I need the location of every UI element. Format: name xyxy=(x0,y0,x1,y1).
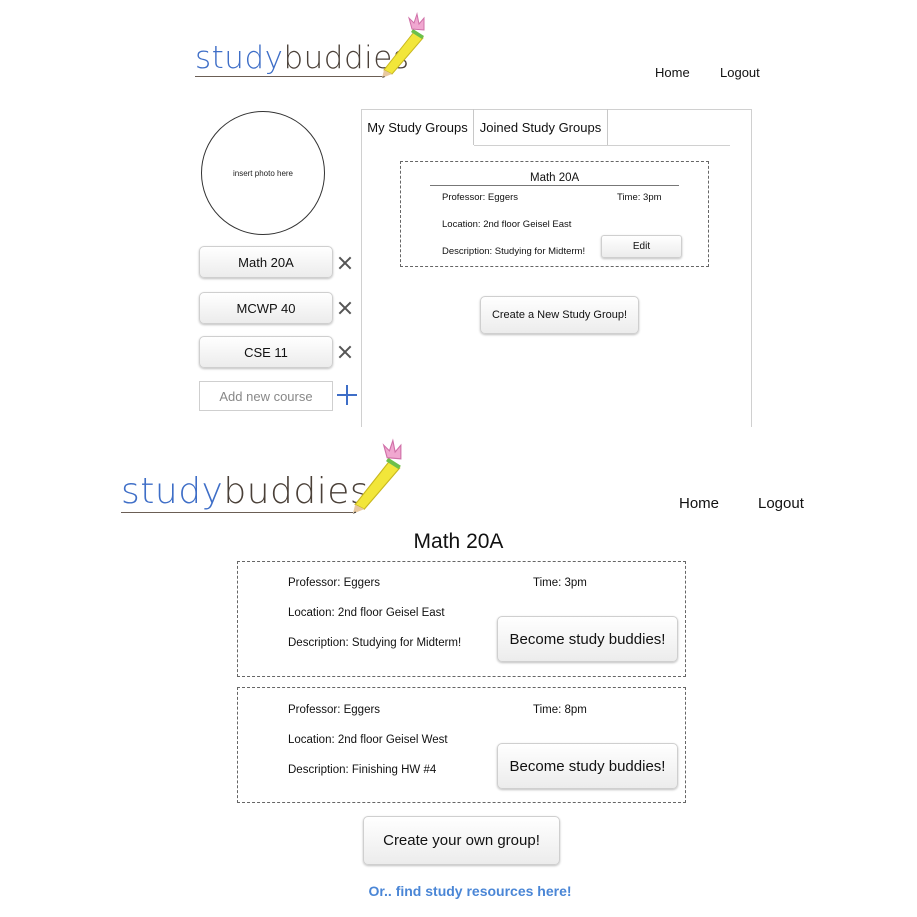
course-button-math-20a[interactable]: Math 20A xyxy=(199,246,333,278)
nav-logout[interactable]: Logout xyxy=(758,495,804,512)
close-icon[interactable] xyxy=(338,301,352,315)
group-professor: Professor: Eggers xyxy=(288,577,381,589)
group-card-location: Location: 2nd floor Geisel East xyxy=(442,219,572,230)
tab-joined-study-groups[interactable]: Joined Study Groups xyxy=(473,109,608,145)
create-study-group-label: Create a New Study Group! xyxy=(491,309,628,321)
group-location: Location: 2nd floor Geisel East xyxy=(288,607,445,619)
create-own-group-button[interactable]: Create your own group! xyxy=(363,816,560,865)
group-card-time: Time: 3pm xyxy=(617,192,662,203)
plus-icon[interactable] xyxy=(337,385,357,405)
tab-my-study-groups[interactable]: My Study Groups xyxy=(362,109,473,145)
logo: studybuddies xyxy=(121,436,411,518)
close-icon[interactable] xyxy=(338,345,352,359)
tab-underline xyxy=(474,145,730,146)
group-time: Time: 8pm xyxy=(533,704,587,716)
profile-photo[interactable]: insert photo here xyxy=(201,111,325,235)
become-study-buddies-label: Become study buddies! xyxy=(509,757,666,775)
course-button-mcwp-40[interactable]: MCWP 40 xyxy=(199,292,333,324)
edit-button-label: Edit xyxy=(632,241,651,252)
group-card-professor: Professor: Eggers xyxy=(442,192,519,203)
create-study-group-button[interactable]: Create a New Study Group! xyxy=(480,296,639,334)
group-description: Description: Finishing HW #4 xyxy=(288,764,437,776)
nav-logout[interactable]: Logout xyxy=(720,65,760,80)
course-button-cse-11[interactable]: CSE 11 xyxy=(199,336,333,368)
logo-underline xyxy=(195,76,383,77)
edit-button[interactable]: Edit xyxy=(601,235,682,258)
course-label: CSE 11 xyxy=(244,344,288,360)
logo-underline xyxy=(121,512,353,513)
study-resources-link[interactable]: Or.. find study resources here! xyxy=(0,883,917,899)
group-time: Time: 3pm xyxy=(533,577,587,589)
study-groups-panel xyxy=(361,109,752,427)
become-study-buddies-button[interactable]: Become study buddies! xyxy=(497,616,678,662)
create-own-group-label: Create your own group! xyxy=(383,832,540,849)
logo: studybuddies xyxy=(195,10,430,82)
tab-label: My Study Groups xyxy=(367,119,468,135)
add-course-input[interactable] xyxy=(199,381,333,411)
logo-study: study xyxy=(121,471,224,512)
tab-label: Joined Study Groups xyxy=(479,119,602,135)
group-card-title-rule xyxy=(430,185,679,186)
close-icon[interactable] xyxy=(338,256,352,270)
page-title: Math 20A xyxy=(413,530,504,553)
group-professor: Professor: Eggers xyxy=(288,704,381,716)
group-card-title: Math 20A xyxy=(530,172,580,184)
nav-home[interactable]: Home xyxy=(655,65,690,80)
group-location: Location: 2nd floor Geisel West xyxy=(288,734,448,746)
logo-wordmark: studybuddies xyxy=(121,474,369,510)
become-study-buddies-label: Become study buddies! xyxy=(509,630,666,648)
photo-placeholder-text: insert photo here xyxy=(232,168,294,178)
course-label: MCWP 40 xyxy=(236,300,296,316)
group-card-description: Description: Studying for Midterm! xyxy=(442,246,586,257)
logo-study: study xyxy=(195,40,284,76)
become-study-buddies-button[interactable]: Become study buddies! xyxy=(497,743,678,789)
pencil-icon xyxy=(352,438,402,514)
course-label: Math 20A xyxy=(238,254,294,270)
nav-home[interactable]: Home xyxy=(679,495,719,512)
pencil-icon xyxy=(382,12,425,78)
group-description: Description: Studying for Midterm! xyxy=(288,637,462,649)
